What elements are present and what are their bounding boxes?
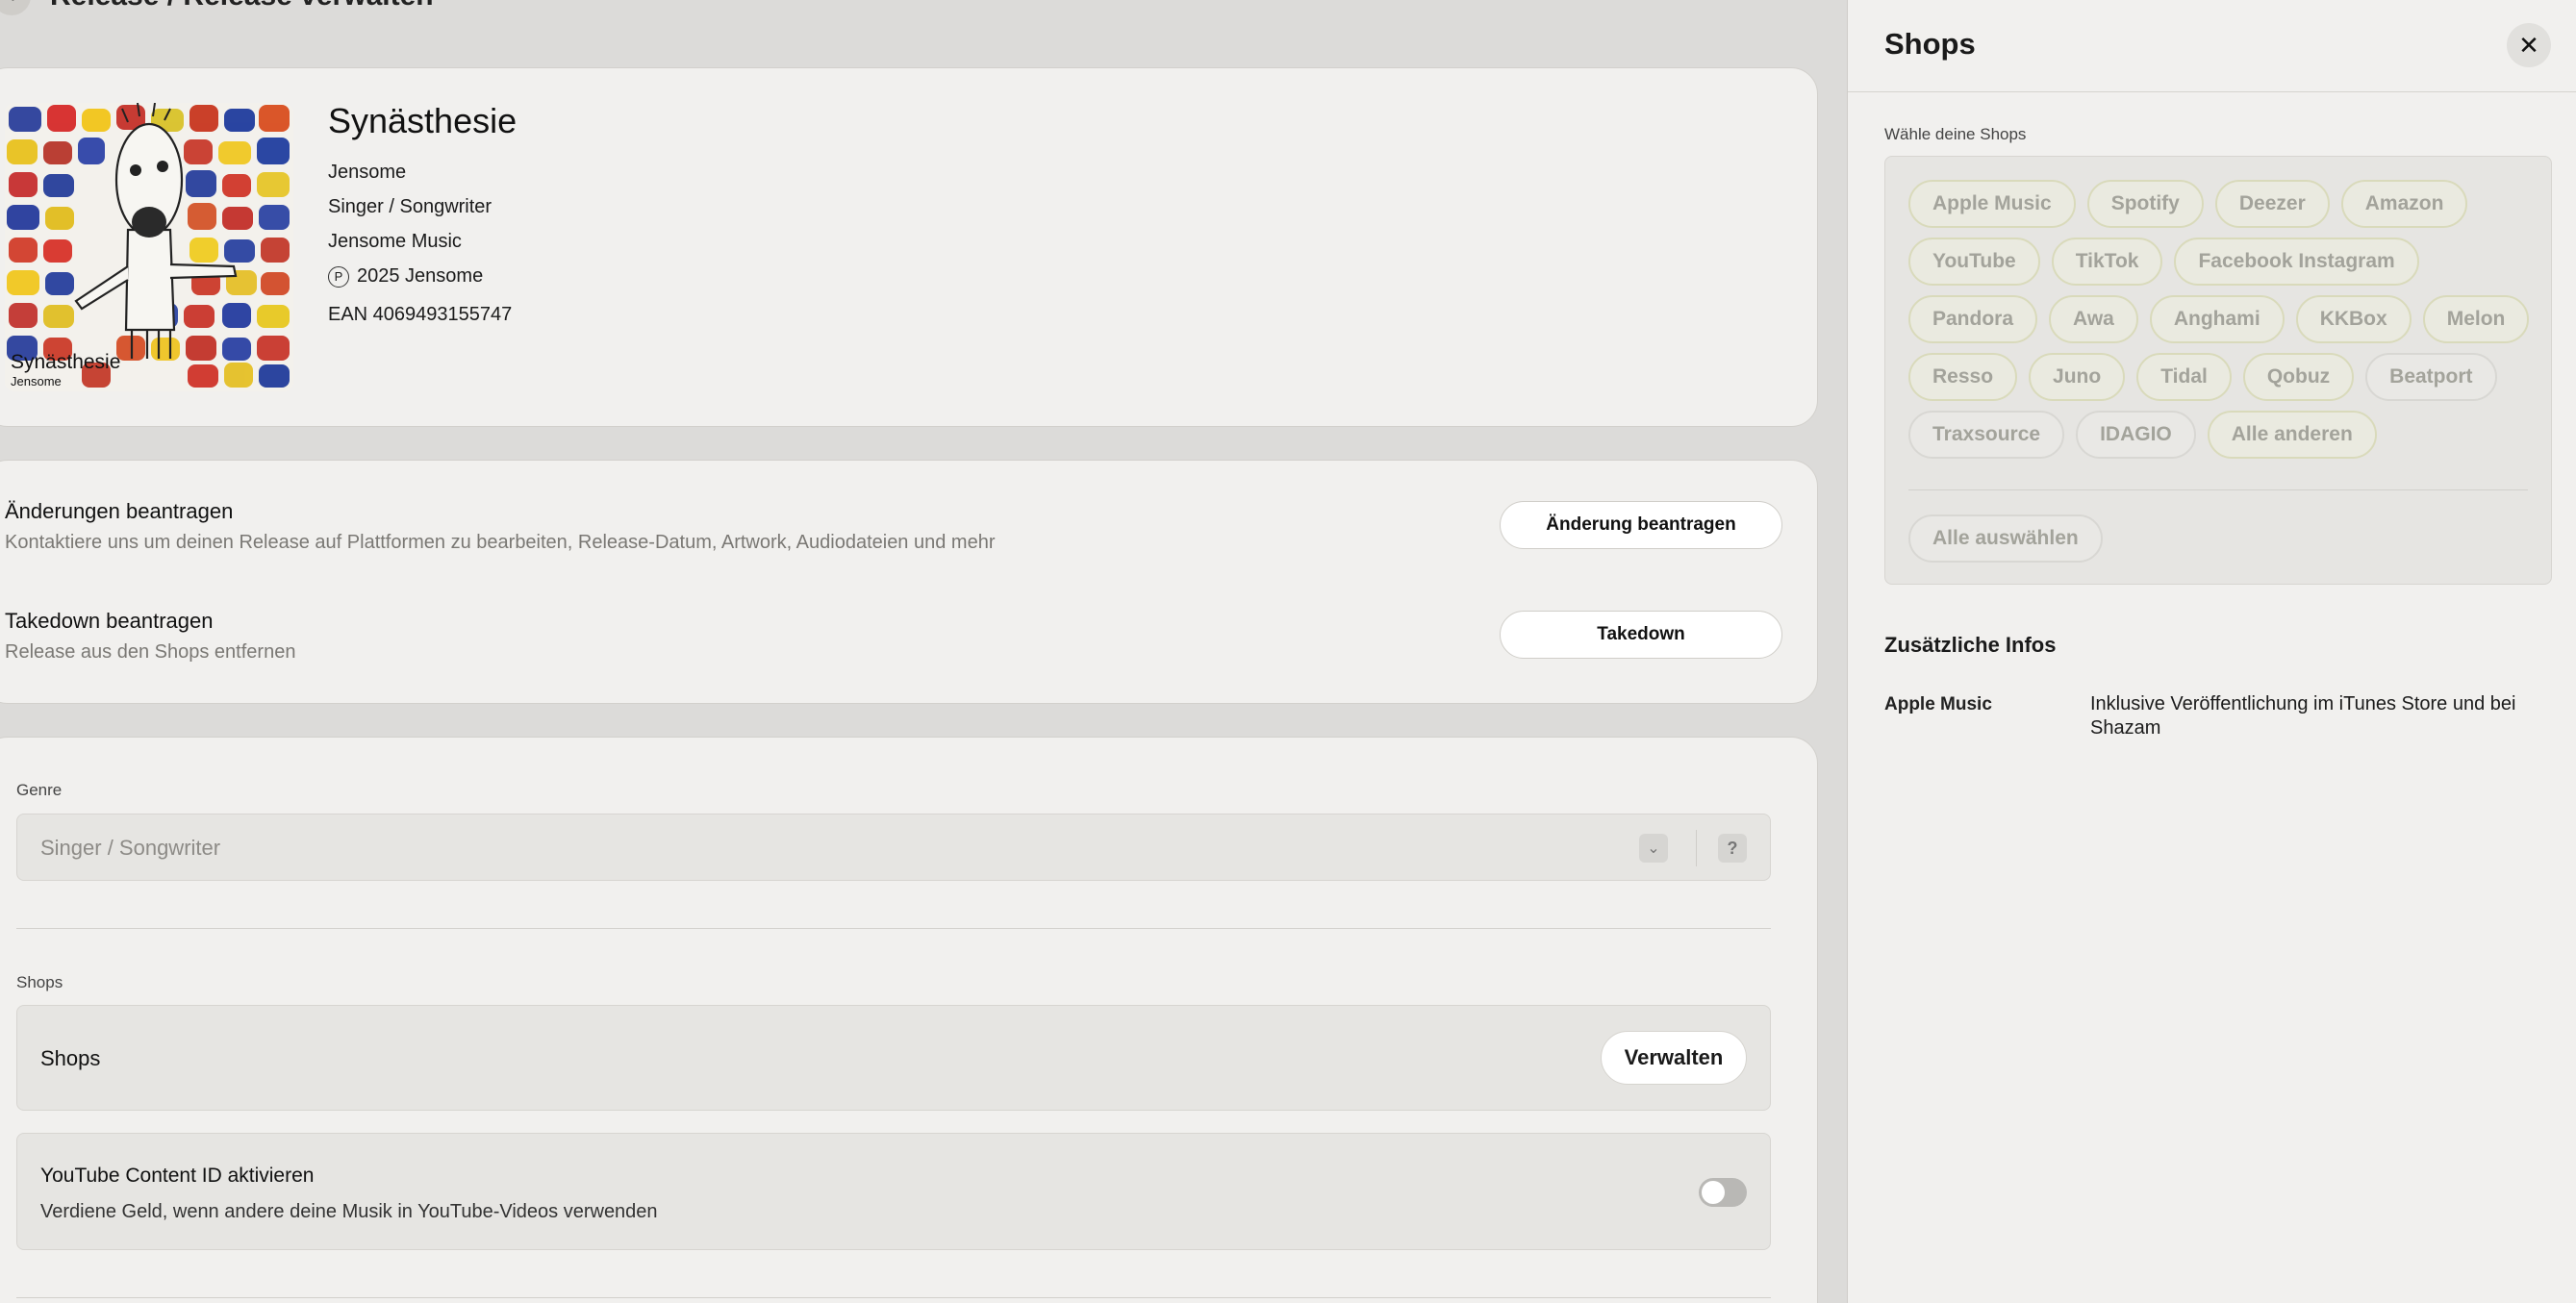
youtube-content-id-box: YouTube Content ID aktivieren Verdiene G… — [16, 1133, 1771, 1250]
shop-chip-spotify[interactable]: Spotify — [2086, 180, 2204, 228]
shop-chip-juno[interactable]: Juno — [2029, 353, 2126, 401]
shop-chip-deezer[interactable]: Deezer — [2214, 180, 2330, 228]
artwork-artist: Jensome — [11, 374, 62, 388]
shop-chip-melon[interactable]: Melon — [2422, 295, 2530, 343]
divider — [1696, 830, 1697, 866]
shops-row: Resso Juno Tidal Qobuz Beatport — [1908, 353, 2497, 401]
shops-row: Pandora Awa Anghami KKBox Melon — [1908, 295, 2530, 343]
divider — [16, 1297, 1771, 1298]
panel-title: Shops — [1884, 27, 1976, 61]
shop-chip-apple-music[interactable]: Apple Music — [1908, 180, 2076, 228]
youtube-content-id-title: YouTube Content ID aktivieren — [40, 1165, 315, 1187]
copyright-text: 2025 Jensome — [357, 265, 484, 287]
divider — [1908, 489, 2528, 490]
shop-chip-youtube[interactable]: YouTube — [1908, 238, 2040, 286]
genre-select[interactable]: Singer / Songwriter ⌄ ? — [16, 814, 1771, 881]
actions-card: Änderungen beantragen Kontaktiere uns um… — [0, 460, 1818, 704]
change-request-row: Änderungen beantragen Kontaktiere uns um… — [5, 493, 1782, 570]
release-info: Synästhesie Jensome Singer / Songwriter … — [328, 101, 517, 332]
panel-header: Shops ✕ — [1848, 0, 2576, 92]
release-artwork: Synästhesie Jensome — [5, 103, 293, 391]
select-all-button[interactable]: Alle auswählen — [1908, 514, 2103, 563]
additional-info-title: Zusätzliche Infos — [1884, 633, 2057, 657]
shop-chip-tiktok[interactable]: TikTok — [2051, 238, 2163, 286]
shops-panel: Shops ✕ Wähle deine Shops Apple Music Sp… — [1847, 0, 2576, 1303]
shop-chip-amazon[interactable]: Amazon — [2340, 180, 2468, 228]
divider — [16, 928, 1771, 929]
manage-shops-button[interactable]: Verwalten — [1601, 1031, 1747, 1085]
takedown-button[interactable]: Takedown — [1500, 611, 1782, 659]
release-artist: Jensome — [328, 162, 407, 183]
shop-chip-kkbox[interactable]: KKBox — [2295, 295, 2412, 343]
shops-row: Apple Music Spotify Deezer Amazon — [1908, 180, 2468, 228]
shop-chip-all-others[interactable]: Alle anderen — [2207, 411, 2377, 459]
shop-chip-qobuz[interactable]: Qobuz — [2242, 353, 2355, 401]
genre-label: Genre — [16, 781, 63, 799]
shop-chip-facebook-instagram[interactable]: Facebook Instagram — [2174, 238, 2419, 286]
artwork-image — [5, 103, 293, 391]
page-title: Release / Release verwalten — [50, 0, 434, 13]
release-card: Synästhesie Jensome Synästhesie Jensome … — [0, 67, 1818, 427]
shop-chip-awa[interactable]: Awa — [2049, 295, 2138, 343]
shops-box: Shops Verwalten — [16, 1005, 1771, 1111]
shops-label: Shops — [16, 973, 63, 991]
release-title: Synästhesie — [328, 101, 518, 140]
close-icon[interactable]: ✕ — [2507, 23, 2551, 67]
shops-box-title: Shops — [40, 1046, 101, 1070]
top-bar: ‹ Release / Release verwalten — [0, 0, 434, 15]
request-change-button[interactable]: Änderung beantragen — [1500, 501, 1782, 549]
takedown-row: Takedown beantragen Release aus den Shop… — [5, 603, 1782, 680]
back-button[interactable]: ‹ — [0, 0, 31, 15]
youtube-content-id-subtitle: Verdiene Geld, wenn andere deine Musik i… — [40, 1201, 658, 1222]
shop-chip-traxsource[interactable]: Traxsource — [1908, 411, 2065, 459]
release-settings-card: Genre Singer / Songwriter ⌄ ? Shops Shop… — [0, 737, 1818, 1303]
help-icon[interactable]: ? — [1718, 834, 1747, 863]
youtube-content-id-toggle[interactable] — [1699, 1178, 1747, 1207]
shop-chip-idagio[interactable]: IDAGIO — [2076, 411, 2196, 459]
shop-chip-beatport[interactable]: Beatport — [2365, 353, 2497, 401]
shop-chip-tidal[interactable]: Tidal — [2136, 353, 2232, 401]
shops-selection: Apple Music Spotify Deezer Amazon YouTub… — [1884, 156, 2552, 585]
arrow-left-icon: ‹ — [9, 0, 15, 8]
release-label: Jensome Music — [328, 231, 462, 252]
main-content: ‹ Release / Release verwalten — [0, 0, 1847, 1303]
shop-chip-anghami[interactable]: Anghami — [2149, 295, 2285, 343]
phonogram-icon: P — [328, 266, 349, 288]
shop-chip-pandora[interactable]: Pandora — [1908, 295, 2038, 343]
release-genre: Singer / Songwriter — [328, 196, 492, 217]
additional-info-value: Inklusive Veröffentlichung im iTunes Sto… — [2090, 693, 2516, 739]
artwork-title: Synästhesie — [11, 351, 121, 373]
shops-row: YouTube TikTok Facebook Instagram — [1908, 238, 2419, 286]
genre-select-value: Singer / Songwriter — [40, 836, 221, 860]
shop-chip-resso[interactable]: Resso — [1908, 353, 2018, 401]
shops-row: Traxsource IDAGIO Alle anderen — [1908, 411, 2377, 459]
release-ean: EAN 4069493155747 — [328, 304, 513, 325]
chevron-down-icon[interactable]: ⌄ — [1639, 834, 1668, 863]
additional-info-key: Apple Music — [1884, 694, 1992, 714]
release-copyright: P 2025 Jensome — [328, 259, 517, 293]
choose-shops-label: Wähle deine Shops — [1884, 125, 2027, 143]
